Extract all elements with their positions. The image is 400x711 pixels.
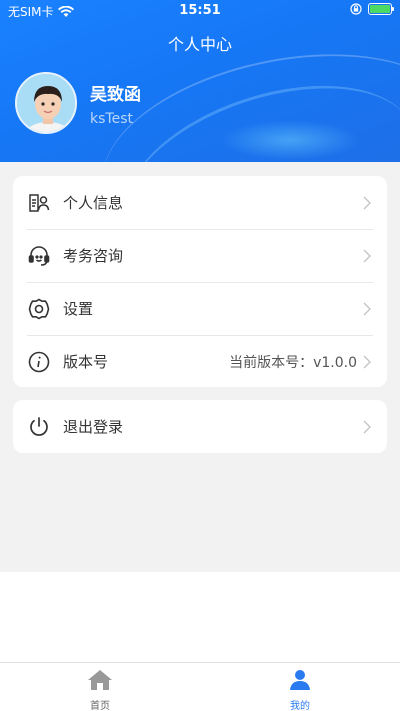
menu-card: 个人信息 考务咨询 设置 版本号 当前版本号：v1.0.0 — [13, 176, 387, 387]
tab-home[interactable]: 首页 — [60, 668, 140, 711]
status-bar: 无SIM卡 15:51 — [0, 0, 400, 22]
user-account: ksTest — [90, 111, 133, 127]
tab-mine[interactable]: 我的 — [260, 668, 340, 711]
gear-icon — [27, 297, 51, 321]
page-title: 个人中心 — [167, 35, 232, 54]
content-background — [0, 572, 400, 662]
tab-label: 首页 — [90, 701, 110, 711]
menu-item-version[interactable]: 版本号 当前版本号：v1.0.0 — [13, 335, 387, 388]
chevron-right-icon — [361, 195, 373, 211]
user-name: 吴致函 — [90, 85, 141, 105]
chevron-right-icon — [361, 248, 373, 264]
status-time: 15:51 — [179, 3, 221, 18]
menu-item-label: 考务咨询 — [63, 247, 124, 265]
logout-label: 退出登录 — [63, 418, 124, 436]
chevron-right-icon — [361, 419, 373, 435]
chevron-right-icon — [361, 354, 373, 370]
power-icon — [27, 415, 51, 439]
profile-card-icon — [27, 191, 51, 215]
home-icon — [87, 670, 113, 696]
header-decoration — [220, 120, 360, 160]
menu-item-label: 个人信息 — [63, 194, 124, 212]
tab-bar: 首页 我的 — [0, 662, 400, 711]
avatar[interactable] — [15, 72, 77, 134]
menu-item-settings[interactable]: 设置 — [13, 282, 387, 335]
menu-item-label: 设置 — [63, 300, 94, 318]
battery-icon — [368, 3, 394, 15]
user-icon — [287, 670, 313, 696]
version-value: 当前版本号：v1.0.0 — [229, 354, 357, 371]
info-icon — [27, 350, 51, 374]
chevron-right-icon — [361, 301, 373, 317]
menu-item-consult[interactable]: 考务咨询 — [13, 229, 387, 282]
menu-item-label: 版本号 — [63, 353, 109, 371]
logout-card: 退出登录 — [13, 400, 387, 453]
orientation-lock-icon — [350, 3, 362, 15]
menu-item-personal-info[interactable]: 个人信息 — [13, 176, 387, 229]
headset-icon — [27, 244, 51, 268]
logout-button[interactable]: 退出登录 — [13, 400, 387, 453]
tab-label: 我的 — [290, 701, 310, 711]
